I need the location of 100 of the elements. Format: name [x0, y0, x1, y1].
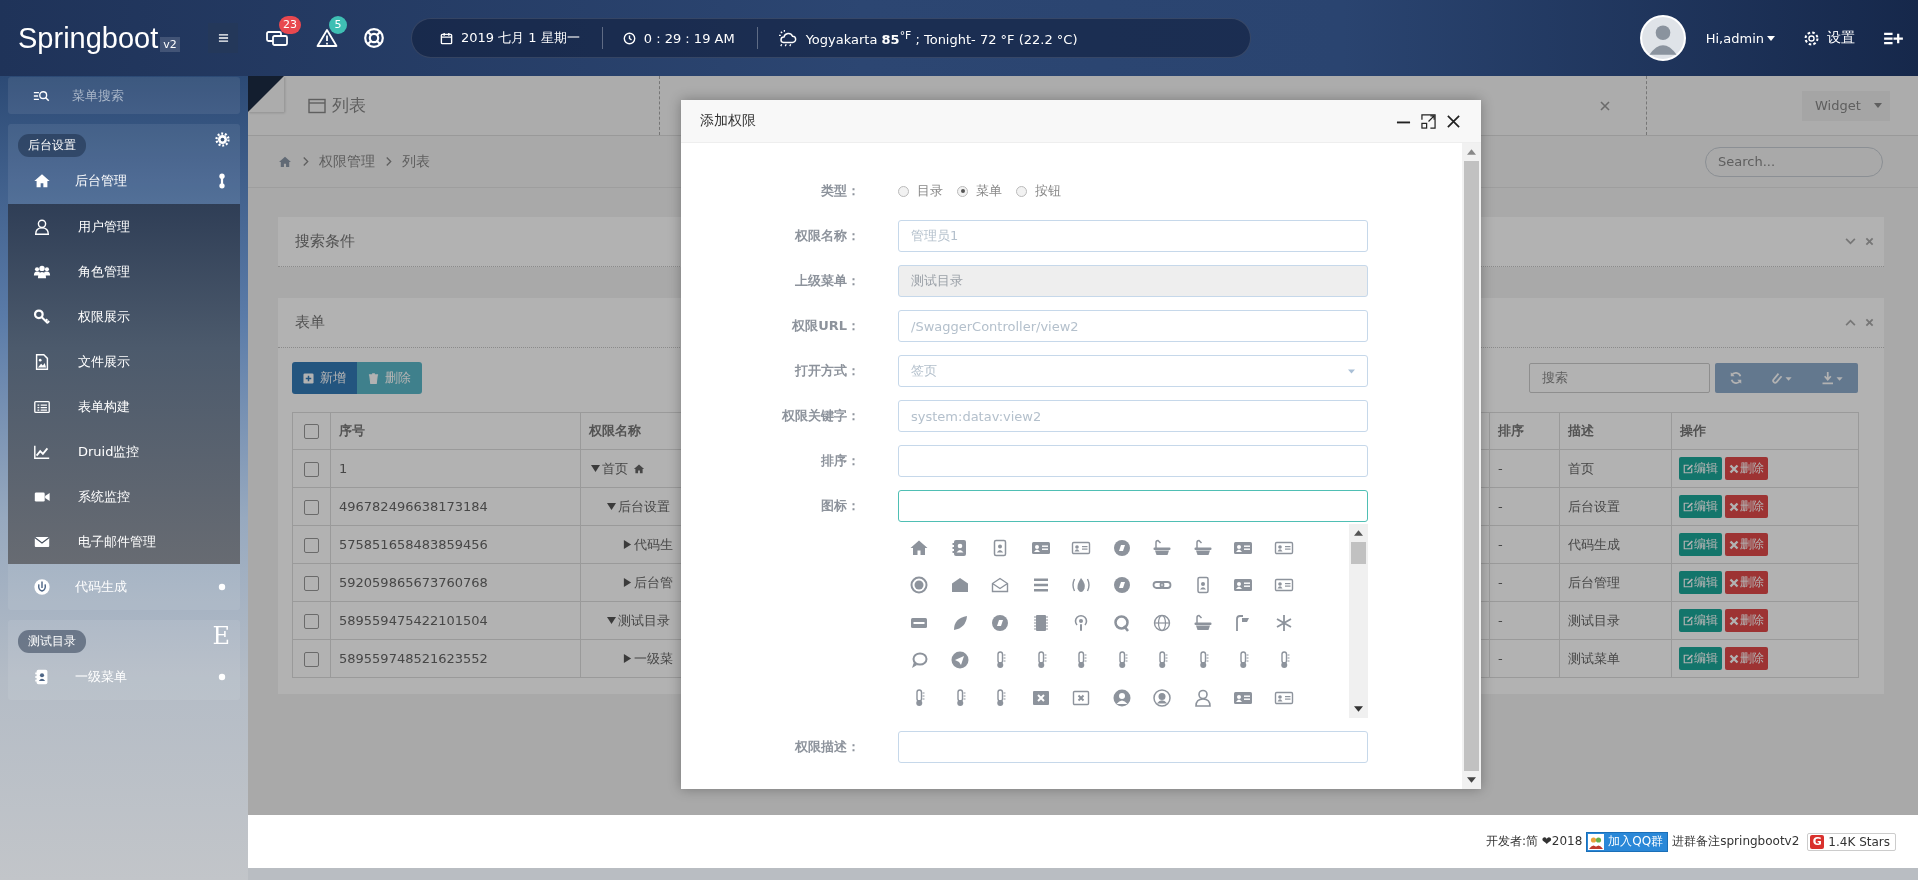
time-text: 0 : 29 : 19 AM: [643, 30, 735, 46]
caret-right-icon[interactable]: [623, 654, 632, 663]
edit-button[interactable]: 编辑: [1679, 533, 1722, 556]
paperclip-icon[interactable]: [1769, 371, 1794, 385]
radio-option[interactable]: 目录: [898, 182, 943, 200]
delete-button[interactable]: 删除: [1725, 495, 1768, 518]
submenu-item[interactable]: 系统监控: [8, 474, 240, 519]
input-field[interactable]: [898, 731, 1368, 763]
scroll-thumb[interactable]: [1464, 161, 1479, 771]
count-badge: 5: [329, 16, 347, 34]
menu-search-field[interactable]: 菜单搜索: [8, 77, 240, 114]
checkbox[interactable]: [304, 499, 319, 515]
input-field[interactable]: [898, 445, 1368, 477]
menu-button[interactable]: [208, 23, 238, 53]
radio-option[interactable]: 按钮: [1016, 182, 1061, 200]
delete-button[interactable]: 删除: [1725, 457, 1768, 480]
checkbox[interactable]: [304, 424, 319, 439]
field-label: 图标：: [820, 497, 860, 515]
caret-right-icon[interactable]: [623, 540, 632, 549]
clock-icon: [622, 31, 636, 45]
maximize-icon[interactable]: [1421, 113, 1436, 129]
caret-down-icon[interactable]: [607, 502, 616, 511]
submenu-item[interactable]: 文件展示: [8, 339, 240, 384]
add-button[interactable]: 新增: [292, 362, 357, 394]
submenu-item[interactable]: 用户管理: [8, 204, 240, 249]
checkbox[interactable]: [304, 613, 319, 629]
input-field[interactable]: /SwaggerController/view2: [898, 310, 1368, 342]
breadcrumb-link[interactable]: 列表: [402, 152, 430, 171]
table-cell: 592059865673760768: [330, 563, 581, 602]
join-group-button[interactable]: 加入QQ群: [1586, 831, 1669, 852]
table-cell: -: [1489, 601, 1560, 640]
chevron-down-icon[interactable]: [1845, 238, 1856, 245]
logo[interactable]: Springboot: [18, 21, 159, 55]
edit-button[interactable]: 编辑: [1679, 571, 1722, 594]
submenu-item[interactable]: 电子邮件管理: [8, 519, 240, 564]
submenu-item[interactable]: 角色管理: [8, 249, 240, 294]
checkbox[interactable]: [304, 651, 319, 667]
caret-right-icon[interactable]: [623, 578, 632, 587]
group-badge: 测试目录: [18, 629, 86, 653]
caret-down-icon[interactable]: [591, 464, 600, 473]
submenu-item[interactable]: 权限展示: [8, 294, 240, 339]
refresh-icon[interactable]: [1728, 371, 1743, 385]
settings-icon[interactable]: [1803, 29, 1820, 47]
delete-button[interactable]: 删除: [1725, 571, 1768, 594]
lifebuoy-icon[interactable]: [363, 27, 385, 49]
close-icon: [1729, 653, 1739, 664]
chevron-up-icon[interactable]: [1845, 319, 1856, 326]
warning-icon[interactable]: [315, 28, 339, 48]
close-icon[interactable]: [1446, 113, 1461, 129]
delete-button[interactable]: 删除: [1725, 533, 1768, 556]
download-icon[interactable]: [1820, 371, 1845, 385]
checkbox[interactable]: [304, 461, 319, 477]
scroll-down-icon[interactable]: [1354, 706, 1363, 712]
edit-button[interactable]: 编辑: [1679, 647, 1722, 670]
tab[interactable]: 列表: [290, 76, 660, 135]
list-add-icon[interactable]: [1883, 30, 1904, 46]
scroll-down-icon[interactable]: [1467, 777, 1476, 783]
count-badge: 23: [279, 16, 301, 34]
scrollbar[interactable]: [1349, 524, 1368, 718]
stars-badge[interactable]: G 1.4K Stars: [1807, 832, 1896, 851]
settings-icon[interactable]: [215, 131, 230, 147]
caret-icon[interactable]: [1767, 35, 1775, 41]
table-cell: -: [1489, 487, 1560, 526]
edit-button[interactable]: 编辑: [1679, 495, 1722, 518]
scrollbar[interactable]: [1462, 143, 1481, 789]
table-cell: 后台管: [634, 573, 673, 592]
user-menu[interactable]: Hi,admin: [1705, 30, 1764, 46]
radio-option[interactable]: 菜单: [957, 182, 1002, 200]
delete-button[interactable]: 删除: [1725, 647, 1768, 670]
select-field[interactable]: 签页: [898, 355, 1368, 387]
checkbox[interactable]: [304, 575, 319, 591]
widget-dropdown[interactable]: Widget: [1802, 90, 1890, 121]
edit-button[interactable]: 编辑: [1679, 609, 1722, 632]
delete-button[interactable]: 删除: [357, 362, 422, 394]
file-image-icon: [33, 352, 51, 371]
input-field[interactable]: system:datav:view2: [898, 400, 1368, 432]
chat-icon[interactable]: [265, 28, 289, 48]
emblem-icon: [33, 578, 51, 596]
input-field[interactable]: [898, 490, 1368, 522]
search-field[interactable]: 搜索: [1529, 363, 1710, 393]
avatar[interactable]: [1639, 15, 1686, 61]
home-icon[interactable]: [278, 154, 292, 169]
breadcrumb-link[interactable]: 权限管理: [319, 152, 375, 171]
checkbox[interactable]: [304, 537, 319, 553]
input-field[interactable]: 管理员1: [898, 220, 1368, 252]
menu-item[interactable]: 代码生成: [8, 564, 240, 610]
submenu-item[interactable]: 表单构建: [8, 384, 240, 429]
settings-link[interactable]: 设置: [1827, 29, 1855, 47]
menu-item[interactable]: 后台管理: [8, 158, 240, 204]
submenu-item[interactable]: Druid监控: [8, 429, 240, 474]
home-icon: [633, 462, 645, 475]
caret-down-icon[interactable]: [607, 616, 616, 625]
field-label: 打开方式：: [793, 362, 860, 380]
scroll-up-icon[interactable]: [1467, 149, 1476, 155]
edit-icon: [1683, 615, 1693, 626]
scroll-up-icon[interactable]: [1354, 530, 1363, 536]
scroll-thumb[interactable]: [1351, 542, 1366, 564]
column-header: 序号: [330, 412, 581, 450]
edit-button[interactable]: 编辑: [1679, 457, 1722, 480]
delete-button[interactable]: 删除: [1725, 609, 1768, 632]
